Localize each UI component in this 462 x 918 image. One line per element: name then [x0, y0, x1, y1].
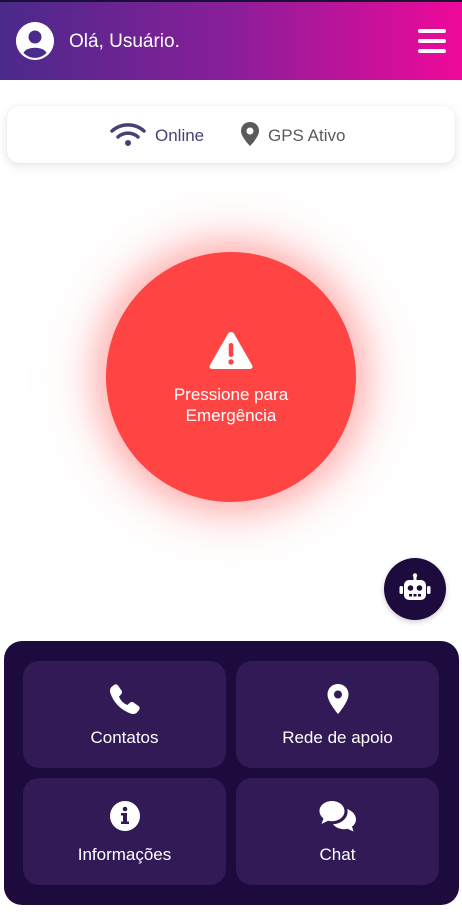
contacts-label: Contatos	[90, 728, 159, 747]
chat-bubbles-icon	[319, 798, 356, 834]
app-screen: Olá, Usuário. Online GPS Ativo Pressione…	[0, 0, 462, 918]
user-avatar-icon[interactable]	[16, 22, 54, 60]
greeting-text: Olá, Usuário.	[69, 31, 180, 52]
phone-icon	[107, 681, 143, 717]
status-gps: GPS Ativo	[240, 121, 346, 152]
info-icon	[107, 798, 143, 834]
location-pin-icon	[320, 681, 356, 717]
emergency-label-line1: Pressione para	[173, 385, 289, 404]
status-card: Online GPS Ativo	[7, 106, 455, 163]
robot-icon	[399, 573, 431, 600]
chat-button[interactable]: Chat	[236, 778, 439, 885]
emergency-button[interactable]: Pressione para Emergência	[106, 252, 356, 502]
information-button[interactable]: Informações	[23, 778, 226, 885]
quick-actions-panel: Contatos Rede de apoio Informações Chat	[4, 641, 459, 905]
hamburger-menu-icon[interactable]	[418, 28, 446, 54]
chatbot-button[interactable]	[384, 558, 446, 620]
contacts-button[interactable]: Contatos	[23, 661, 226, 768]
support-network-button[interactable]: Rede de apoio	[236, 661, 439, 768]
wifi-icon	[109, 122, 147, 151]
top-header: Olá, Usuário.	[0, 0, 462, 80]
status-gps-label: GPS Ativo	[268, 126, 346, 145]
status-online: Online	[109, 122, 205, 151]
information-label: Informações	[77, 845, 172, 864]
emergency-label-line2: Emergência	[185, 406, 277, 425]
chat-label: Chat	[319, 845, 356, 864]
warning-triangle-icon	[208, 330, 254, 370]
location-pin-icon	[240, 121, 260, 152]
support-network-label: Rede de apoio	[282, 728, 393, 747]
status-online-label: Online	[155, 126, 205, 145]
